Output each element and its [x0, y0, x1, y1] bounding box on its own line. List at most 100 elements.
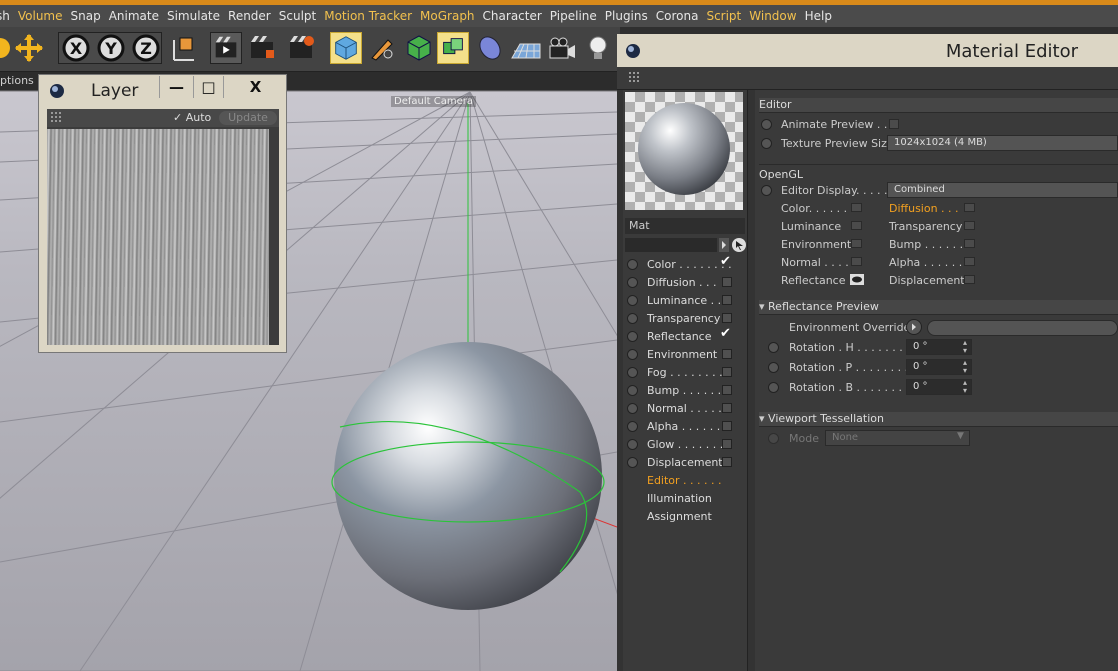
menu-render[interactable]: Render [228, 9, 279, 23]
channel-radio[interactable] [627, 331, 638, 342]
coordinate-system-icon[interactable] [168, 32, 200, 64]
menu-script[interactable]: Script [706, 9, 749, 23]
channel-displacement[interactable]: Displacement [623, 454, 747, 472]
menu-pipeline[interactable]: Pipeline [550, 9, 605, 23]
checkmark-icon[interactable]: ✔ [720, 326, 731, 341]
close-button[interactable]: X [223, 76, 287, 98]
opengl-diffusion-toggle[interactable] [964, 203, 975, 212]
update-button[interactable]: Update [219, 111, 277, 125]
menu-window[interactable]: Window [749, 9, 804, 23]
radio-rotation-h[interactable] [768, 342, 779, 353]
channel-radio[interactable] [627, 313, 638, 324]
channel-fog[interactable]: Fog . . . . . . . . [623, 364, 747, 382]
channel-radio[interactable] [627, 439, 638, 450]
mode-dropdown[interactable]: None [825, 430, 970, 446]
arrow-right-icon[interactable] [905, 319, 923, 335]
grip-icon[interactable] [629, 72, 641, 84]
channel-radio[interactable] [627, 385, 638, 396]
cube-object-icon[interactable] [330, 32, 362, 64]
camera-icon[interactable] [546, 32, 578, 64]
channel-color[interactable]: Color . . . . . . . . ✔ [623, 254, 747, 274]
opengl-luminance-toggle[interactable] [851, 221, 862, 230]
material-filter-field[interactable] [625, 238, 717, 252]
channel-environment[interactable]: Environment [623, 346, 747, 364]
channel-checkbox[interactable] [722, 349, 732, 359]
menu-character[interactable]: Character [483, 9, 550, 23]
viewport-options-tab[interactable]: ptions [0, 74, 34, 87]
checkmark-icon[interactable]: ✔ [720, 254, 731, 269]
radio-animate-preview[interactable] [761, 119, 772, 130]
deformer-icon[interactable] [474, 32, 506, 64]
channel-radio[interactable] [627, 295, 638, 306]
reflectance-preview-section[interactable]: ▾ Reflectance Preview [759, 300, 1118, 315]
light-icon[interactable] [582, 32, 614, 64]
render-view-icon[interactable] [210, 32, 242, 64]
opengl-alpha-toggle[interactable] [964, 257, 975, 266]
menu-volume[interactable]: Volume [18, 9, 71, 23]
menu-simulate[interactable]: Simulate [167, 9, 228, 23]
tab-illumination[interactable]: Illumination [623, 490, 747, 508]
radio-mode[interactable] [768, 433, 779, 444]
channel-radio[interactable] [627, 457, 638, 468]
opengl-color-toggle[interactable] [851, 203, 862, 212]
env-override-link-field[interactable] [927, 320, 1118, 336]
channel-checkbox[interactable] [722, 439, 732, 449]
opengl-transparency-toggle[interactable] [964, 221, 975, 230]
minimize-button[interactable]: — [159, 76, 193, 98]
channel-normal[interactable]: Normal . . . . . [623, 400, 747, 418]
channel-radio[interactable] [627, 259, 638, 270]
auto-checkbox[interactable]: ✓ Auto [173, 111, 211, 124]
channel-checkbox[interactable] [722, 421, 732, 431]
radio-editor-display[interactable] [761, 185, 772, 196]
channel-alpha[interactable]: Alpha . . . . . . [623, 418, 747, 436]
texture-preview-size-dropdown[interactable]: 1024x1024 (4 MB) [887, 135, 1118, 151]
channel-radio[interactable] [627, 367, 638, 378]
tab-editor[interactable]: Editor . . . . . . [623, 472, 747, 490]
menu-mesh[interactable]: sh [0, 9, 18, 23]
stepper-arrows-icon[interactable]: ▴ ▾ [963, 379, 967, 395]
channel-glow[interactable]: Glow . . . . . . . [623, 436, 747, 454]
channel-radio[interactable] [627, 277, 638, 288]
opengl-displacement-toggle[interactable] [964, 275, 975, 284]
channel-checkbox[interactable] [722, 385, 732, 395]
render-settings-icon[interactable] [285, 32, 317, 64]
menu-corona[interactable]: Corona [656, 9, 707, 23]
stepper-arrows-icon[interactable]: ▴ ▾ [963, 339, 967, 355]
arrow-right-icon[interactable] [719, 238, 729, 252]
radio-rotation-p[interactable] [768, 362, 779, 373]
x-axis-icon[interactable]: X [60, 32, 92, 64]
pick-cursor-icon[interactable] [731, 237, 747, 253]
viewport-tessellation-section[interactable]: ▾ Viewport Tessellation [759, 412, 1118, 427]
channel-reflectance[interactable]: Reflectance ✔ [623, 326, 747, 346]
menu-help[interactable]: Help [805, 9, 840, 23]
channel-radio[interactable] [627, 403, 638, 414]
channel-checkbox[interactable] [722, 313, 732, 323]
menu-plugins[interactable]: Plugins [605, 9, 656, 23]
editor-display-dropdown[interactable]: Combined [887, 182, 1118, 198]
maximize-button[interactable]: □ [193, 76, 223, 98]
menu-mograph[interactable]: MoGraph [420, 9, 483, 23]
channel-checkbox[interactable] [722, 457, 732, 467]
material-preview[interactable] [625, 92, 743, 210]
channel-diffusion[interactable]: Diffusion . . . [623, 274, 747, 292]
menu-sculpt[interactable]: Sculpt [279, 9, 324, 23]
menu-animate[interactable]: Animate [109, 9, 167, 23]
animate-preview-checkbox[interactable] [889, 119, 899, 129]
channel-luminance[interactable]: Luminance . . [623, 292, 747, 310]
z-axis-icon[interactable]: Z [130, 32, 162, 64]
pen-spline-icon[interactable] [366, 32, 398, 64]
floor-icon[interactable] [510, 32, 542, 64]
move-tool-icon[interactable] [13, 32, 45, 64]
channel-radio[interactable] [627, 349, 638, 360]
tab-assignment[interactable]: Assignment [623, 508, 747, 526]
channel-radio[interactable] [627, 421, 638, 432]
menu-motion-tracker[interactable]: Motion Tracker [324, 9, 420, 23]
channel-checkbox[interactable] [722, 367, 732, 377]
channel-checkbox[interactable] [722, 295, 732, 305]
grip-icon[interactable] [51, 112, 63, 124]
render-picture-viewer-icon[interactable] [246, 32, 278, 64]
stepper-arrows-icon[interactable]: ▴ ▾ [963, 359, 967, 375]
radio-texture-preview[interactable] [761, 138, 772, 149]
channel-bump[interactable]: Bump . . . . . . . [623, 382, 747, 400]
channel-checkbox[interactable] [722, 277, 732, 287]
